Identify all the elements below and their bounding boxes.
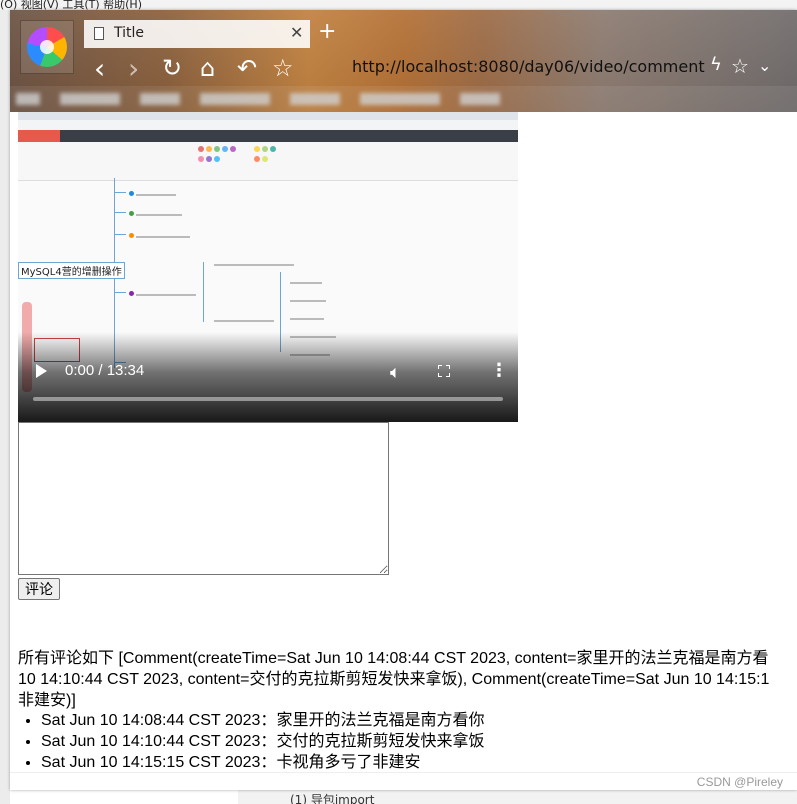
bookmark-star-icon[interactable]: ☆ [272, 54, 294, 82]
comment-item: Sat Jun 10 14:08:44 CST 2023：家里开的法兰克福是南方… [41, 710, 484, 731]
watermark: CSDN @Pireley [696, 775, 783, 789]
comment-textarea[interactable] [18, 422, 389, 575]
video-frame-tabbar [18, 112, 518, 120]
page-icon [94, 27, 104, 40]
comments-summary-line: 10 14:10:44 CST 2023, content=交付的克拉斯剪短发快… [18, 671, 770, 688]
browser-tab[interactable]: Title ✕ [84, 20, 310, 48]
comments-summary-line: 所有评论如下 [Comment(createTime=Sat Jun 10 14… [18, 650, 769, 667]
mindmap-line [114, 212, 126, 213]
comment-time: Sat Jun 10 14:10:44 CST 2023 [41, 733, 261, 750]
mindmap-node-marker [129, 211, 134, 216]
background-bottom-text: (1) 导包import [290, 793, 375, 804]
back-icon[interactable]: ‹ [94, 52, 105, 85]
mindmap-node-text [136, 194, 176, 196]
background-menu-strip: (O) 视图(V) 工具(T) 帮助(H) [0, 0, 797, 10]
comment-time: Sat Jun 10 14:15:15 CST 2023 [41, 754, 261, 771]
submit-comment-button[interactable]: 评论 [18, 578, 60, 600]
comment-content: 家里开的法兰克福是南方看你 [276, 712, 485, 729]
color-dot [254, 156, 260, 162]
tab-close-icon[interactable]: ✕ [290, 23, 303, 42]
blurred-bookmark[interactable] [200, 93, 270, 105]
reload-icon[interactable]: ↻ [162, 54, 182, 82]
favorite-star-icon[interactable]: ☆ [731, 54, 749, 78]
mindmap-line [114, 192, 126, 193]
color-dot [214, 146, 220, 152]
mindmap-node-text [290, 318, 324, 320]
mindmap-root-node: MySQL4营的增删操作 [18, 262, 125, 279]
mindmap-node-marker [129, 191, 134, 196]
mindmap-node-text [136, 214, 182, 216]
mindmap-node-text [290, 282, 322, 284]
mindmap-node-text [290, 300, 326, 302]
color-dot [262, 146, 268, 152]
play-icon[interactable] [36, 364, 47, 378]
mindmap-node-text [136, 236, 190, 238]
video-frame-header [18, 130, 518, 142]
comment-item: Sat Jun 10 14:15:15 CST 2023：卡视角多亏了非建安 [41, 752, 484, 773]
video-frame-addressbar [18, 120, 518, 130]
color-dot [254, 146, 260, 152]
blurred-bookmark[interactable] [460, 93, 500, 105]
mindmap-line [114, 234, 126, 235]
tab-title: Title [114, 25, 145, 41]
color-dot [214, 156, 220, 162]
video-frame-toolbar [18, 142, 518, 181]
status-strip: CSDN @Pireley [10, 772, 797, 790]
mindmap-line [203, 262, 204, 322]
new-tab-icon[interactable]: + [318, 19, 336, 44]
color-dot [198, 146, 204, 152]
forward-icon[interactable]: › [128, 52, 139, 85]
browser-window: Title ✕ + ‹ › ↻ ⌂ ↶ ☆ http://localhost:8… [10, 10, 797, 790]
address-bar[interactable]: http://localhost:8080/day06/video/commen… [310, 54, 790, 78]
mindmap-node-marker [129, 233, 134, 238]
bookmarks-bar [10, 86, 797, 112]
comment-time: Sat Jun 10 14:08:44 CST 2023 [41, 712, 261, 729]
browser-logo-icon [27, 27, 67, 67]
blurred-bookmark[interactable] [290, 93, 340, 105]
color-dot [262, 156, 268, 162]
comments-summary-line: 非建安)] [18, 692, 76, 709]
blurred-bookmark[interactable] [140, 93, 180, 105]
color-dot [206, 156, 212, 162]
color-dot [222, 146, 228, 152]
video-frame-header-accent [18, 130, 60, 142]
more-options-icon[interactable]: ⋮ [490, 362, 508, 380]
comment-content: 卡视角多亏了非建安 [276, 754, 421, 771]
fullscreen-icon[interactable] [438, 365, 450, 377]
color-dot [270, 146, 276, 152]
mindmap-node-text [136, 294, 196, 296]
background-bottom-strip: (1) 导包import [238, 790, 797, 804]
color-dot [206, 146, 212, 152]
color-dot [230, 146, 236, 152]
blurred-bookmark[interactable] [60, 93, 120, 105]
lightning-icon[interactable]: ϟ [710, 54, 722, 75]
video-time: 0:00 / 13:34 [65, 362, 145, 379]
video-progress-bar[interactable] [33, 397, 503, 401]
page-content: MySQL4营的增删操作 0:00 / 13:34 🔈︎ ⋮ 评论 所有评论如下… [10, 112, 797, 790]
volume-icon[interactable]: 🔈︎ [390, 362, 401, 383]
chevron-down-icon[interactable]: ⌄ [758, 56, 771, 75]
mindmap-line [114, 292, 126, 293]
blurred-bookmark[interactable] [16, 93, 40, 105]
background-menu-text: (O) 视图(V) 工具(T) 帮助(H) [0, 0, 142, 10]
mindmap-node-marker [129, 291, 134, 296]
mindmap-node-text [214, 264, 294, 266]
color-dot [198, 156, 204, 162]
comment-item: Sat Jun 10 14:10:44 CST 2023：交付的克拉斯剪短发快来… [41, 731, 484, 752]
home-icon[interactable]: ⌂ [200, 54, 215, 82]
background-left-strip [0, 10, 10, 804]
comments-summary: 所有评论如下 [Comment(createTime=Sat Jun 10 14… [18, 648, 797, 711]
comment-list: Sat Jun 10 14:08:44 CST 2023：家里开的法兰克福是南方… [18, 710, 484, 773]
undo-icon[interactable]: ↶ [237, 54, 257, 82]
mindmap-node-text [214, 320, 274, 322]
comment-content: 交付的克拉斯剪短发快来拿饭 [276, 733, 485, 750]
blurred-bookmark[interactable] [360, 93, 440, 105]
browser-menu-button[interactable] [20, 20, 74, 74]
browser-titlebar: Title ✕ + ‹ › ↻ ⌂ ↶ ☆ http://localhost:8… [10, 10, 797, 112]
address-bar-url[interactable]: http://localhost:8080/day06/video/commen… [352, 57, 705, 76]
video-player[interactable]: MySQL4营的增删操作 0:00 / 13:34 🔈︎ ⋮ [18, 112, 518, 422]
